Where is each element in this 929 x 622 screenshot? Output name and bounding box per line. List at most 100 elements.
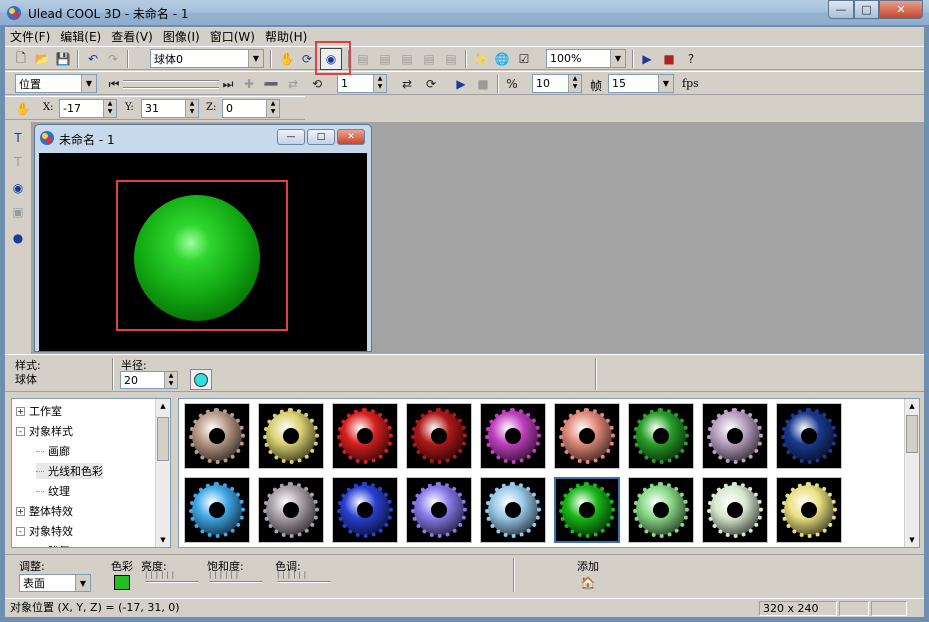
menu-window[interactable]: 窗口(W) [205,28,260,45]
thumbnail-gear-periwinkle[interactable] [406,477,472,543]
hand-move-icon[interactable]: ✋ [277,49,297,69]
sphere-object-icon[interactable]: ● [8,228,28,248]
brightness-slider[interactable] [145,581,199,583]
expand-icon[interactable]: + [16,506,25,516]
thumbnail-gear-tan[interactable] [184,403,250,469]
x-input[interactable]: -17 ▲ ▼ [59,99,117,118]
scroll-thumb[interactable] [157,417,169,461]
color-swatch[interactable] [114,575,130,590]
last-frame-icon[interactable]: ⏭ [219,74,237,94]
render-canvas[interactable] [39,153,367,351]
help-pointer-icon[interactable]: ? [681,49,701,69]
export-icon[interactable]: ▶ [637,49,657,69]
add-keyframe-icon[interactable]: ✚ [239,74,259,94]
zoom-select[interactable]: 100% ▼ [546,49,626,68]
menu-edit[interactable]: 编辑(E) [55,28,106,45]
menu-help[interactable]: 帮助(H) [260,28,312,45]
thumbnail-gear-red[interactable] [332,403,398,469]
new-file-icon[interactable]: 🗋 [11,49,31,69]
thumbnail-gear-green[interactable] [628,403,694,469]
collapse-icon[interactable]: - [16,526,25,536]
spinner-arrows[interactable]: ▲ ▼ [185,100,198,117]
save-icon[interactable]: 💾 [53,49,73,69]
spinner-arrows[interactable]: ▲ ▼ [373,75,386,92]
close-button[interactable]: ✕ [879,0,923,19]
edit-geometry-icon[interactable]: ▣ [8,202,28,222]
frame-slider-track-2[interactable] [123,87,219,89]
menu-image[interactable]: 图像(I) [158,28,205,45]
edit-text-icon[interactable]: T [8,152,28,172]
tree-item[interactable]: 跳舞 [36,543,70,547]
scroll-up-icon[interactable]: ▲ [905,399,919,413]
redo-icon[interactable]: ↷ [103,49,123,69]
tree-item[interactable]: + 工作室 [16,403,62,419]
minimize-button[interactable]: — [828,0,854,19]
object-select[interactable]: 球体0 ▼ [150,49,264,68]
align-left-icon[interactable]: ▤ [353,49,373,69]
insert-text-icon[interactable]: T [8,128,28,148]
thumbnail-gear-darkred[interactable] [406,403,472,469]
total-frames-input[interactable]: 10 ▲ ▼ [532,74,582,93]
repeat-icon[interactable]: ⟳ [421,74,441,94]
thumbnail-gear-salmon[interactable] [554,403,620,469]
expand-icon[interactable]: + [16,406,25,416]
thumbnail-gear-paleyellow[interactable] [776,477,842,543]
render-icon[interactable]: ■ [659,49,679,69]
doc-minimize-button[interactable]: — [277,129,305,145]
menu-view[interactable]: 查看(V) [106,28,158,45]
saturation-slider[interactable] [209,581,263,583]
property-select[interactable]: 位置 ▼ [15,74,97,93]
spinner-arrows[interactable]: ▲ ▼ [103,100,116,117]
globe-icon[interactable]: 🌐 [492,49,512,69]
thumbnail-scrollbar[interactable]: ▲ ▼ [904,399,919,547]
thumbnail-gear-grey[interactable] [258,477,324,543]
hand-move-icon[interactable]: ✋ [13,99,33,119]
percent-icon[interactable]: % [502,74,522,94]
scroll-down-icon[interactable]: ▼ [905,533,919,547]
adjust-select[interactable]: 表面 ▼ [19,574,91,592]
align-center-icon[interactable]: ▤ [375,49,395,69]
menu-file[interactable]: 文件(F) [5,28,55,45]
stop-icon[interactable]: ■ [473,74,493,94]
spinner-arrows[interactable]: ▲ ▼ [568,75,581,92]
reverse-icon[interactable]: ⇄ [283,74,303,94]
undo-icon[interactable]: ↶ [83,49,103,69]
remove-keyframe-icon[interactable]: ➖ [261,74,281,94]
doc-close-button[interactable]: ✕ [337,129,365,145]
thumbnail-gear-skyblue[interactable] [184,477,250,543]
rotate-object-icon[interactable]: ⟳ [297,49,317,69]
tree-item[interactable]: 纹理 [36,483,70,499]
play-icon[interactable]: ▶ [451,74,471,94]
collapse-icon[interactable]: - [16,426,25,436]
hue-slider[interactable] [277,581,331,583]
thumbnail-gear-brightgreen[interactable] [554,477,620,543]
scroll-down-icon[interactable]: ▼ [156,533,170,547]
spinner-arrows[interactable]: ▲ ▼ [266,100,279,117]
scroll-thumb[interactable] [906,415,918,453]
magic-wand-icon[interactable]: ✨ [470,49,490,69]
first-frame-icon[interactable]: ⏮ [105,74,123,94]
color-button[interactable] [190,369,212,390]
radius-input[interactable]: 20 ▲ ▼ [120,371,178,389]
z-input[interactable]: 0 ▲ ▼ [222,99,280,118]
tree-item[interactable]: 画廊 [36,443,70,459]
thumbnail-gear-lightblue[interactable] [480,477,546,543]
frame-slider-track[interactable] [123,80,219,82]
current-frame-input[interactable]: 1 ▲ ▼ [337,74,387,93]
add-house-icon[interactable]: 🏠 [578,573,598,593]
tree-item[interactable]: - 对象特效 [16,523,73,539]
align-top-icon[interactable]: ▤ [419,49,439,69]
align-right-icon[interactable]: ▤ [397,49,417,69]
tree-scrollbar[interactable]: ▲ ▼ [155,399,170,547]
tree-item[interactable]: + 整体特效 [16,503,73,519]
tree-item[interactable]: 光线和色彩 [36,463,103,479]
preview-icon[interactable]: ☑ [514,49,534,69]
thumbnail-gear-navy[interactable] [776,403,842,469]
doc-restore-button[interactable]: □ [307,129,335,145]
fps-select[interactable]: 15 ▼ [608,74,674,93]
open-folder-icon[interactable]: 📂 [32,49,52,69]
tree-item[interactable]: - 对象样式 [16,423,73,439]
thumbnail-gear-pale[interactable] [702,477,768,543]
pingpong-icon[interactable]: ⇄ [397,74,417,94]
maximize-button[interactable]: □ [854,0,879,19]
